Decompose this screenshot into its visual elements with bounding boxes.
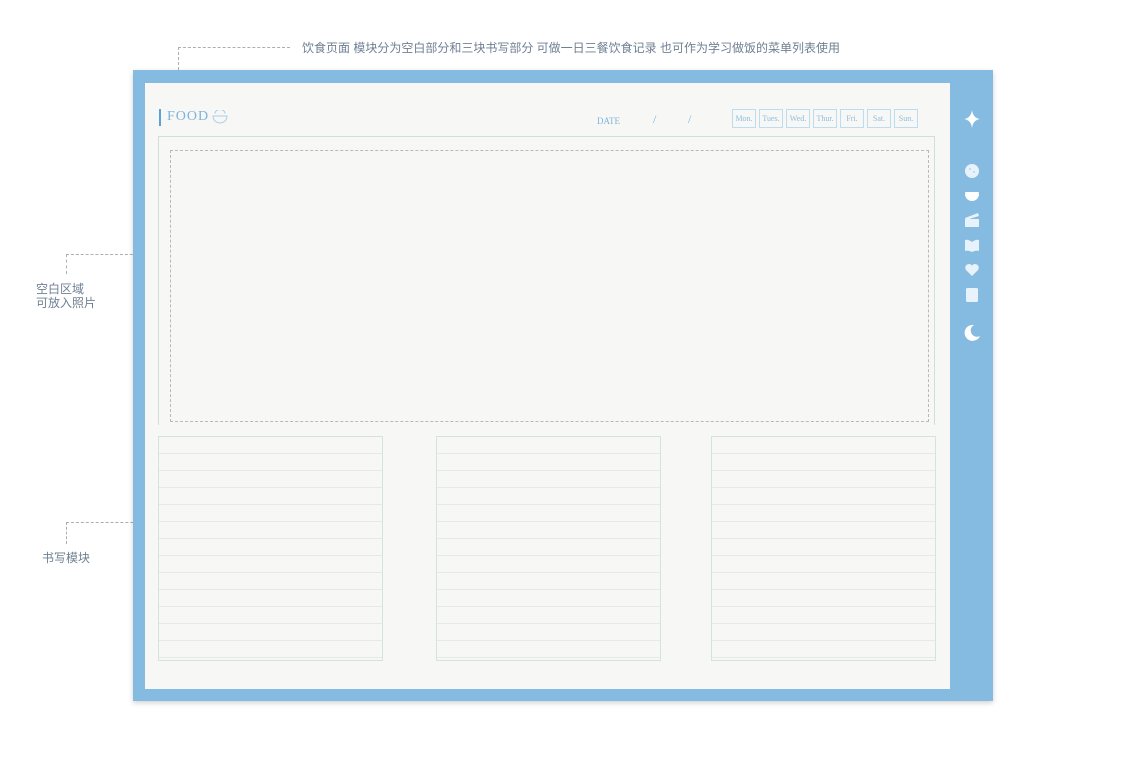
date-label: DATE	[597, 116, 620, 126]
day-thur[interactable]: Thur.	[813, 109, 837, 128]
heart-icon[interactable]	[962, 260, 982, 280]
planner-frame: FOOD DATE / / Mon. Tues. Wed. Thur. Fri.…	[133, 70, 993, 701]
blank-area-annotation-line1: 空白区域	[36, 282, 85, 296]
writing-block-1[interactable]	[158, 436, 383, 661]
page-title: FOOD	[167, 109, 210, 124]
day-wed[interactable]: Wed.	[786, 109, 810, 128]
writing-annotation-leader-v	[66, 522, 67, 544]
date-separator-1: /	[653, 112, 657, 126]
sparkle-icon[interactable]	[962, 109, 982, 129]
day-sat[interactable]: Sat.	[867, 109, 891, 128]
notebook-icon[interactable]	[962, 285, 982, 305]
day-sun[interactable]: Sun.	[894, 109, 918, 128]
writing-block-2[interactable]	[436, 436, 661, 661]
day-mon[interactable]: Mon.	[732, 109, 756, 128]
weekday-selector: Mon. Tues. Wed. Thur. Fri. Sat. Sun.	[732, 109, 918, 128]
title-accent-bar	[159, 109, 161, 126]
day-fri[interactable]: Fri.	[840, 109, 864, 128]
writing-annotation: 书写模块	[42, 551, 91, 565]
blank-annotation-leader-v	[66, 254, 67, 274]
day-tues[interactable]: Tues.	[759, 109, 783, 128]
top-annotation-leader-v	[178, 47, 179, 70]
date-separator-2: /	[688, 112, 692, 126]
writing-block-3[interactable]	[711, 436, 936, 661]
photo-area[interactable]	[158, 136, 935, 425]
cookie-icon[interactable]	[962, 161, 982, 181]
top-annotation-leader-h	[178, 47, 290, 48]
clapperboard-icon[interactable]	[962, 210, 982, 230]
photo-placeholder	[170, 150, 929, 422]
bowl-icon	[212, 110, 228, 124]
blank-area-annotation-line2: 可放入照片	[36, 296, 97, 310]
food-page: FOOD DATE / / Mon. Tues. Wed. Thur. Fri.…	[145, 83, 950, 689]
top-annotation: 饮食页面 模块分为空白部分和三块书写部分 可做一日三餐饮食记录 也可作为学习做饭…	[302, 41, 841, 55]
moon-icon[interactable]	[962, 323, 982, 343]
book-icon[interactable]	[962, 236, 982, 256]
bowl-menu-icon[interactable]	[962, 186, 982, 206]
